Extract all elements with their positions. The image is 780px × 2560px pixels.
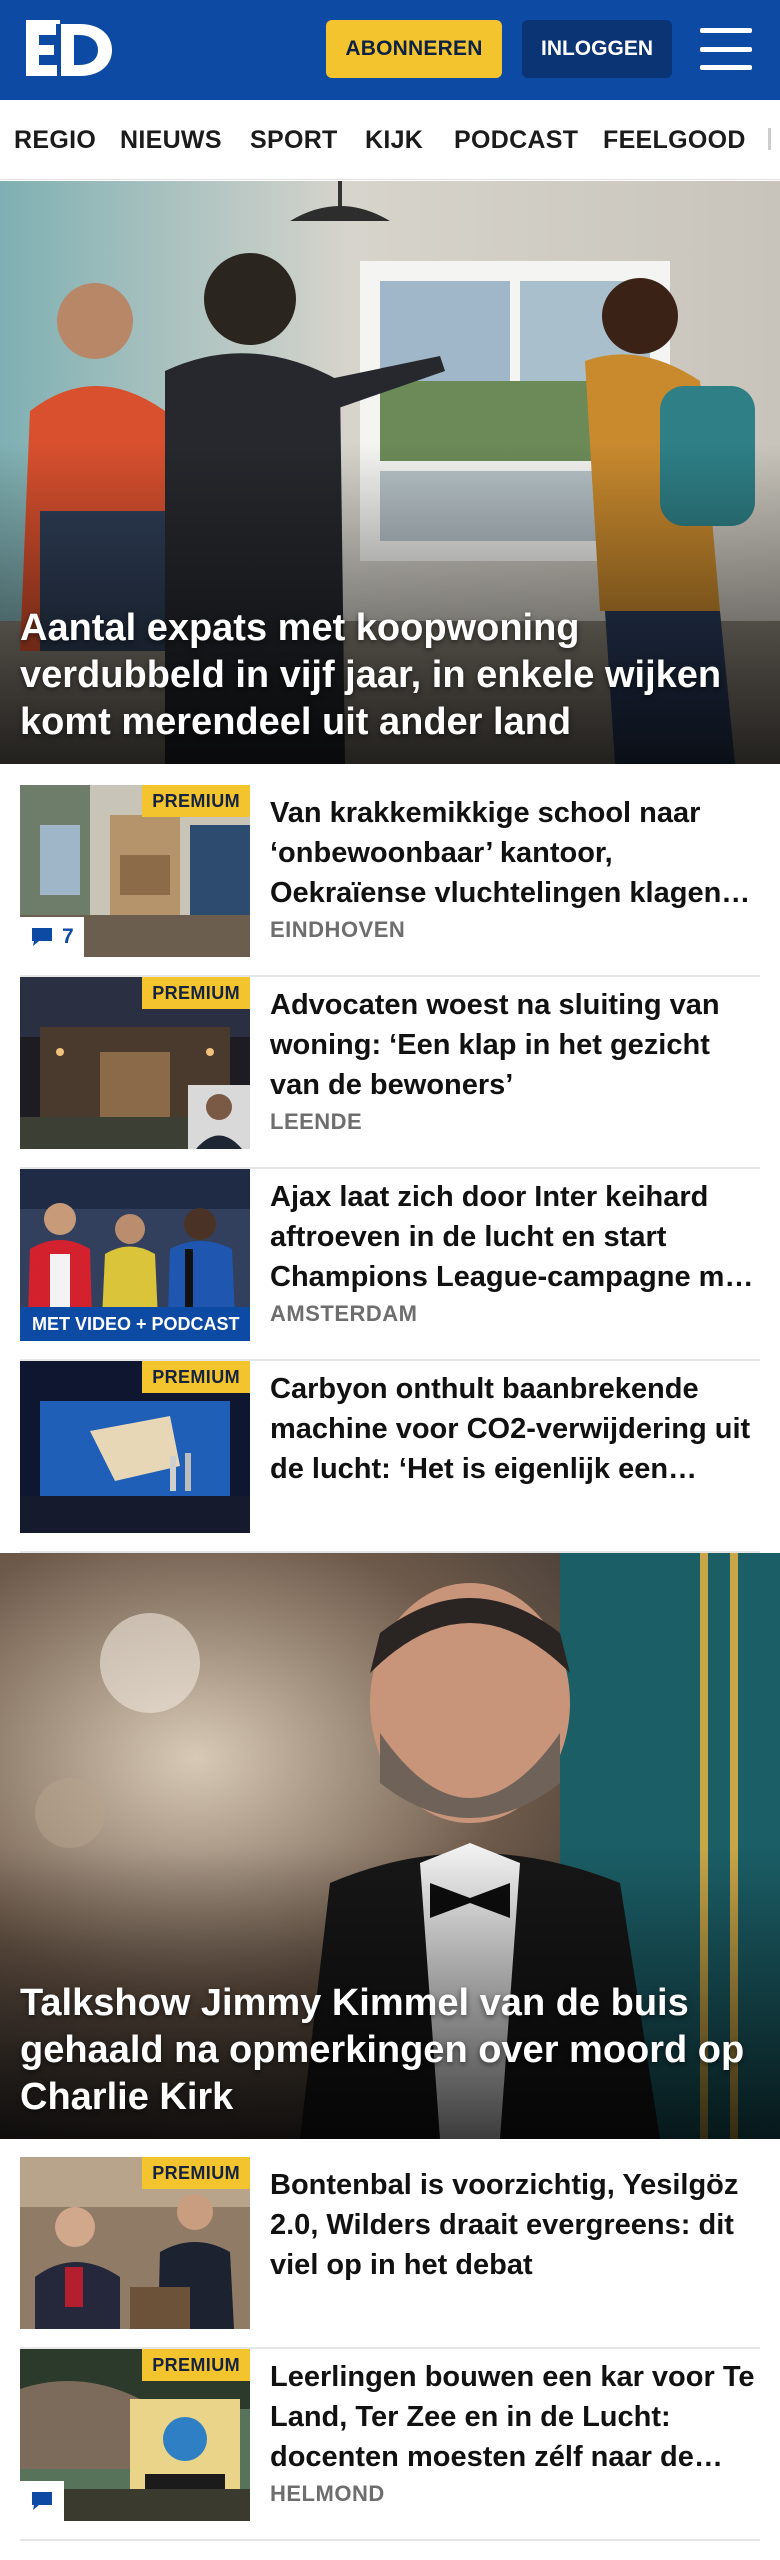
comment-count[interactable] — [20, 2481, 64, 2521]
premium-badge: PREMIUM — [142, 2349, 250, 2381]
nav-item-sport[interactable]: SPORT — [250, 126, 338, 155]
article-thumbnail[interactable]: PREMIUM 7 — [20, 785, 250, 957]
top-bar: ABONNEREN INLOGGEN — [0, 0, 780, 100]
article-title[interactable]: Leerlingen bouwen een kar voor Te Land, … — [270, 2357, 758, 2477]
nav-item-nieuws[interactable]: NIEUWS — [120, 126, 222, 155]
hamburger-menu-icon[interactable] — [696, 26, 756, 72]
article-location: HELMOND — [270, 2481, 385, 2506]
nav-item-feelgood[interactable]: FEELGOOD — [603, 126, 746, 155]
premium-badge: PREMIUM — [142, 2157, 250, 2189]
comment-icon — [32, 928, 52, 946]
article-title[interactable]: Bontenbal is voorzichtig, Yesilgöz 2.0, … — [270, 2165, 758, 2285]
hero-article-expats[interactable]: Aantal expats met koopwoning verdubbeld … — [0, 181, 780, 764]
article-thumbnail[interactable]: PREMIUM — [20, 977, 250, 1149]
login-button[interactable]: INLOGGEN — [522, 20, 672, 78]
article-title[interactable]: Advocaten woest na sluiting van woning: … — [270, 985, 758, 1105]
article-thumbnail[interactable]: MET VIDEO + PODCAST — [20, 1169, 250, 1341]
video-podcast-badge: MET VIDEO + PODCAST — [20, 1307, 250, 1341]
article-card-oekraiense-vluchtelingen[interactable]: PREMIUM 7 Van krakkemikkige school naar … — [20, 785, 760, 977]
article-location: AMSTERDAM — [270, 1301, 418, 1326]
ed-logo[interactable] — [26, 20, 116, 80]
comment-count[interactable]: 7 — [20, 917, 84, 957]
hero-title[interactable]: Talkshow Jimmy Kimmel van de buis gehaal… — [20, 1980, 760, 2121]
comment-icon — [32, 2492, 52, 2510]
hero-title[interactable]: Aantal expats met koopwoning verdubbeld … — [20, 605, 760, 746]
article-location: LEENDE — [270, 1109, 363, 1134]
article-title[interactable]: Ajax laat zich door Inter keihard aftroe… — [270, 1177, 758, 1297]
premium-badge: PREMIUM — [142, 1361, 250, 1393]
article-card-carbyon[interactable]: PREMIUM Carbyon onthult baanbrekende mac… — [20, 1361, 760, 1553]
article-card-debat-bontenbal[interactable]: PREMIUM Bontenbal is voorzichtig, Yesilg… — [20, 2157, 760, 2349]
comment-count-value: 7 — [62, 925, 74, 948]
article-title[interactable]: Carbyon onthult baanbrekende machine voo… — [270, 1369, 758, 1489]
hero-article-jimmy-kimmel[interactable]: Talkshow Jimmy Kimmel van de buis gehaal… — [0, 1553, 780, 2139]
article-thumbnail[interactable]: PREMIUM — [20, 2349, 250, 2521]
article-thumbnail[interactable]: PREMIUM — [20, 1361, 250, 1533]
nav-item-podcast[interactable]: PODCAST — [454, 126, 578, 155]
article-title[interactable]: Van krakkemikkige school naar ‘onbewoonb… — [270, 793, 758, 913]
premium-badge: PREMIUM — [142, 785, 250, 817]
nav-item-regio[interactable]: REGIO — [14, 126, 96, 155]
nav-item-kijk[interactable]: KIJK — [365, 126, 423, 155]
premium-badge: PREMIUM — [142, 977, 250, 1009]
article-card-leerlingen-kar[interactable]: PREMIUM Leerlingen bouwen een kar voor T… — [20, 2349, 760, 2541]
section-nav: REGIO NIEUWS SPORT KIJK PODCAST FEELGOOD — [0, 100, 780, 180]
subscribe-button[interactable]: ABONNEREN — [326, 20, 502, 78]
article-thumbnail[interactable]: PREMIUM — [20, 2157, 250, 2329]
nav-overflow-indicator — [768, 128, 771, 150]
article-location: EINDHOVEN — [270, 917, 406, 942]
article-card-advocaten-woest[interactable]: PREMIUM Advocaten woest na sluiting van … — [20, 977, 760, 1169]
article-card-ajax-inter[interactable]: MET VIDEO + PODCAST Ajax laat zich door … — [20, 1169, 760, 1361]
